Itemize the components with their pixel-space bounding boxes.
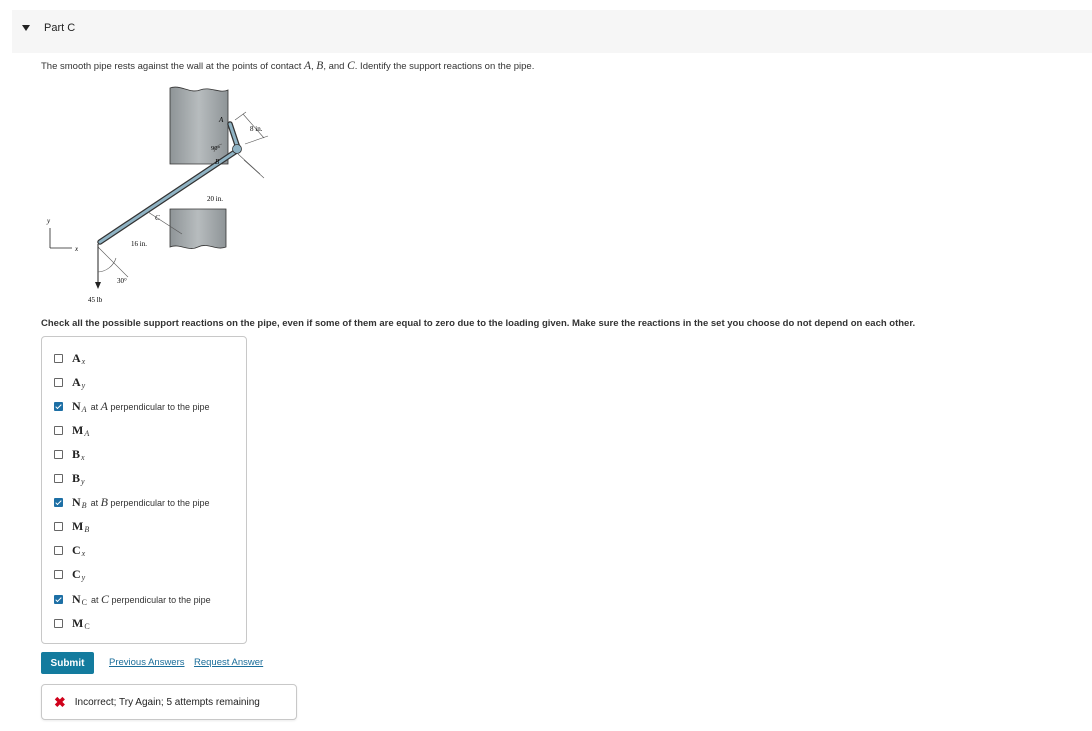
checkbox[interactable] [54,594,63,604]
dim-16-label: 16 in. [131,240,147,248]
angle-90-label: 90° [211,145,221,152]
checkbox[interactable] [54,473,63,483]
option-description: at C perpendicular to the pipe [91,591,211,606]
option-na[interactable]: NA at A perpendicular to the pipe [54,398,210,414]
x-icon: ✖ [54,693,66,710]
checkbox[interactable] [54,377,63,387]
collapse-toggle-icon[interactable] [22,25,30,31]
previous-answers-link[interactable]: Previous Answers [109,657,185,668]
y-axis-label: y [46,217,51,225]
option-by[interactable]: By [54,470,85,486]
checkbox[interactable] [54,353,63,363]
checkbox[interactable] [54,618,63,628]
option-ma[interactable]: MA [54,422,89,438]
feedback-text: Incorrect; Try Again; 5 attempts remaini… [74,696,260,708]
checkbox[interactable] [54,449,63,459]
option-mc[interactable]: MC [54,615,90,631]
label-b: B [215,158,220,166]
checkbox[interactable] [54,497,63,507]
instruction-text: Check all the possible support reactions… [41,318,916,329]
dim-8-label: 8 in. [250,125,263,133]
option-cy[interactable]: Cy [54,566,85,582]
part-title: Part C [44,22,76,34]
submit-button[interactable]: Submit [41,652,94,674]
feedback-box: ✖ Incorrect; Try Again; 5 attempts remai… [41,684,297,720]
option-nb[interactable]: NB at B perpendicular to the pipe [54,494,210,510]
checkbox[interactable] [54,425,63,435]
angle-30-label: 30° [117,277,127,285]
pipe-figure: A B C 90° 8 in. 20 in. 16 in. 30° 45 lb … [46,86,269,304]
checkbox[interactable] [54,569,63,579]
option-description: at B perpendicular to the pipe [90,494,210,509]
checkbox[interactable] [54,401,63,411]
reactions-checklist: Ax Ay NA at A perpendicular to the pipe … [41,336,247,644]
upper-wall [169,86,229,165]
option-ay[interactable]: Ay [54,374,85,390]
option-cx[interactable]: Cx [54,542,85,558]
question-text: The smooth pipe rests against the wall a… [41,60,535,72]
part-header: Part C [12,10,1092,53]
option-mb[interactable]: MB [54,518,89,534]
x-axis-label: x [74,245,79,253]
option-nc[interactable]: NC at C perpendicular to the pipe [54,591,211,607]
label-a: A [218,116,224,124]
request-answer-link[interactable]: Request Answer [194,657,263,668]
lower-wall [169,208,227,249]
label-c: C [155,214,160,222]
option-bx[interactable]: Bx [54,446,85,462]
load-label: 45 lb [88,296,103,304]
option-ax[interactable]: Ax [54,350,85,366]
checkbox[interactable] [54,545,63,555]
checkbox[interactable] [54,521,63,531]
option-description: at A perpendicular to the pipe [90,398,210,413]
dim-20-label: 20 in. [207,195,223,203]
